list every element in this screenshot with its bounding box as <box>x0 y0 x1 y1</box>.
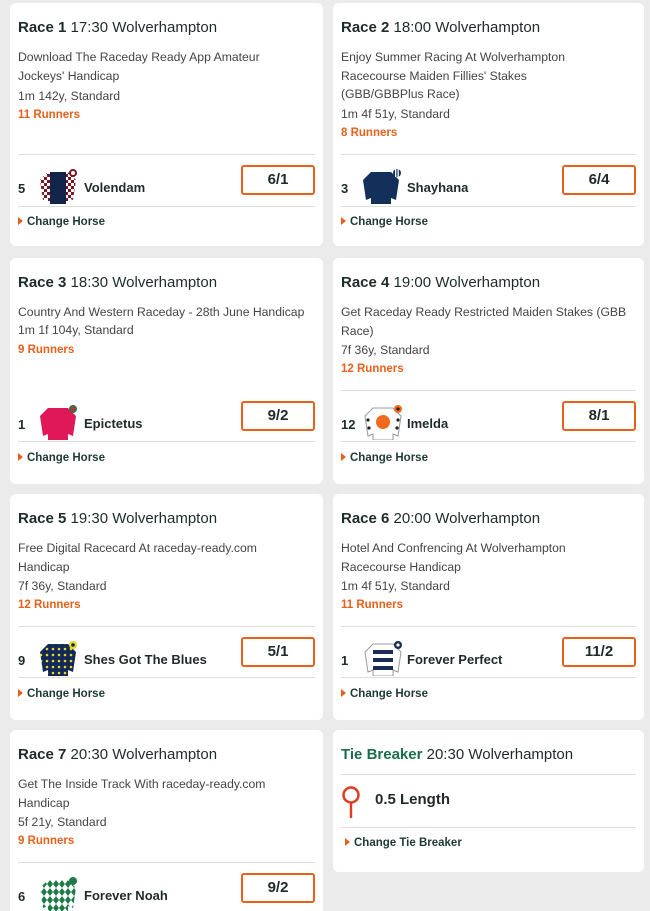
white-navy-hoops-silk-icon <box>364 641 402 676</box>
caret-right-icon <box>341 217 346 225</box>
caret-right-icon <box>18 689 23 697</box>
race-description: Hotel And Confrencing At Wolverhampton R… <box>341 541 566 574</box>
runners-count: 11 Runners <box>18 109 80 121</box>
horse-name: Forever Perfect <box>407 652 503 667</box>
caret-right-icon <box>18 217 23 225</box>
change-horse-button[interactable]: Change Horse <box>341 688 428 700</box>
race-description: Country And Western Raceday - 28th June … <box>18 305 305 319</box>
change-horse-button[interactable]: Change Horse <box>341 452 428 464</box>
race-card-2: Race 2 18:00 Wolverhampton Enjoy Summer … <box>333 3 644 246</box>
odds-button[interactable]: 5/1 <box>241 637 315 667</box>
selection-row: 6 Forever Noah 9/2 <box>18 871 315 911</box>
race-card-7: Race 7 20:30 Wolverhampton Get The Insid… <box>10 730 323 911</box>
change-horse-button[interactable]: Change Horse <box>18 688 105 700</box>
race-title: Race 2 18:00 Wolverhampton <box>341 19 541 36</box>
runner-number: 5 <box>18 181 26 196</box>
race-distance: 7f 36y, Standard <box>18 579 107 593</box>
horse-name: Imelda <box>407 416 449 431</box>
race-description: Get The Inside Track With raceday-ready.… <box>18 777 266 810</box>
race-card-6: Race 6 20:00 Wolverhampton Hotel And Con… <box>333 494 644 720</box>
change-horse-button[interactable]: Change Horse <box>18 216 105 228</box>
odds-button[interactable]: 9/2 <box>241 873 315 903</box>
odds-button[interactable]: 6/4 <box>562 165 636 195</box>
horse-name: Forever Noah <box>84 888 168 903</box>
runners-count: 9 Runners <box>18 835 75 847</box>
maroon-white-check-silk-icon <box>40 169 77 204</box>
runner-number: 9 <box>18 653 26 668</box>
race-title: Race 5 19:30 Wolverhampton <box>18 510 218 527</box>
runners-count: 8 Runners <box>341 127 398 139</box>
pink-silk-icon <box>40 405 77 440</box>
race-title: Race 4 19:00 Wolverhampton <box>341 274 541 291</box>
race-title: Race 6 20:00 Wolverhampton <box>341 510 541 527</box>
race-distance: 1m 142y, Standard <box>18 89 121 103</box>
change-tie-breaker-button[interactable]: Change Tie Breaker <box>345 837 462 849</box>
runners-count: 12 Runners <box>18 599 81 611</box>
tie-breaker-card: Tie Breaker 20:30 Wolverhampton 0.5 Leng… <box>333 730 644 872</box>
caret-right-icon <box>341 453 346 461</box>
race-title: Race 7 20:30 Wolverhampton <box>18 746 218 763</box>
runners-count: 9 Runners <box>18 344 75 356</box>
change-horse-button[interactable]: Change Horse <box>18 452 105 464</box>
race-card-3: Race 3 18:30 Wolverhampton Country And W… <box>10 258 323 484</box>
horse-name: Epictetus <box>84 416 143 431</box>
race-description: Download The Raceday Ready App Amateur J… <box>18 50 260 83</box>
race-card-1: Race 1 17:30 Wolverhampton Download The … <box>10 3 323 246</box>
race-distance: 5f 21y, Standard <box>18 815 107 829</box>
runner-number: 1 <box>341 653 349 668</box>
change-horse-button[interactable]: Change Horse <box>341 216 428 228</box>
race-card-4: Race 4 19:00 Wolverhampton Get Raceday R… <box>333 258 644 484</box>
caret-right-icon <box>18 453 23 461</box>
runners-count: 11 Runners <box>341 599 403 611</box>
odds-button[interactable]: 6/1 <box>241 165 315 195</box>
runner-number: 12 <box>341 417 356 432</box>
race-distance: 1m 1f 104y, Standard <box>18 323 134 337</box>
horse-name: Volendam <box>84 180 146 195</box>
caret-right-icon <box>345 838 350 846</box>
odds-button[interactable]: 9/2 <box>241 401 315 431</box>
runner-number: 6 <box>18 889 26 904</box>
race-distance: 7f 36y, Standard <box>341 343 430 357</box>
race-distance: 1m 4f 51y, Standard <box>341 107 450 121</box>
odds-button[interactable]: 8/1 <box>562 401 636 431</box>
odds-button[interactable]: 11/2 <box>562 637 636 667</box>
race-title: Race 3 18:30 Wolverhampton <box>18 274 218 291</box>
caret-right-icon <box>341 689 346 697</box>
race-description: Get Raceday Ready Restricted Maiden Stak… <box>341 305 627 338</box>
tie-breaker-title: Tie Breaker 20:30 Wolverhampton <box>341 746 574 763</box>
race-description: Free Digital Racecard At raceday-ready.c… <box>18 541 257 574</box>
runners-count: 12 Runners <box>341 363 404 375</box>
runner-number: 1 <box>18 417 26 432</box>
finish-post-icon <box>342 786 360 818</box>
race-card-5: Race 5 19:30 Wolverhampton Free Digital … <box>10 494 323 720</box>
navy-yellow-stars-silk-icon <box>40 641 77 676</box>
horse-name: Shayhana <box>407 180 469 195</box>
race-title: Race 1 17:30 Wolverhampton <box>18 19 218 36</box>
dark-blue-silk-icon <box>363 169 401 204</box>
green-white-diamonds-silk-icon <box>40 877 77 911</box>
tie-breaker-value: 0.5 Length <box>375 791 451 808</box>
race-description: Enjoy Summer Racing At Wolverhampton Rac… <box>341 50 565 101</box>
horse-name: Shes Got The Blues <box>84 652 207 667</box>
race-distance: 1m 4f 51y, Standard <box>341 579 450 593</box>
runner-number: 3 <box>341 181 349 196</box>
white-orange-disc-silk-icon <box>364 405 402 440</box>
